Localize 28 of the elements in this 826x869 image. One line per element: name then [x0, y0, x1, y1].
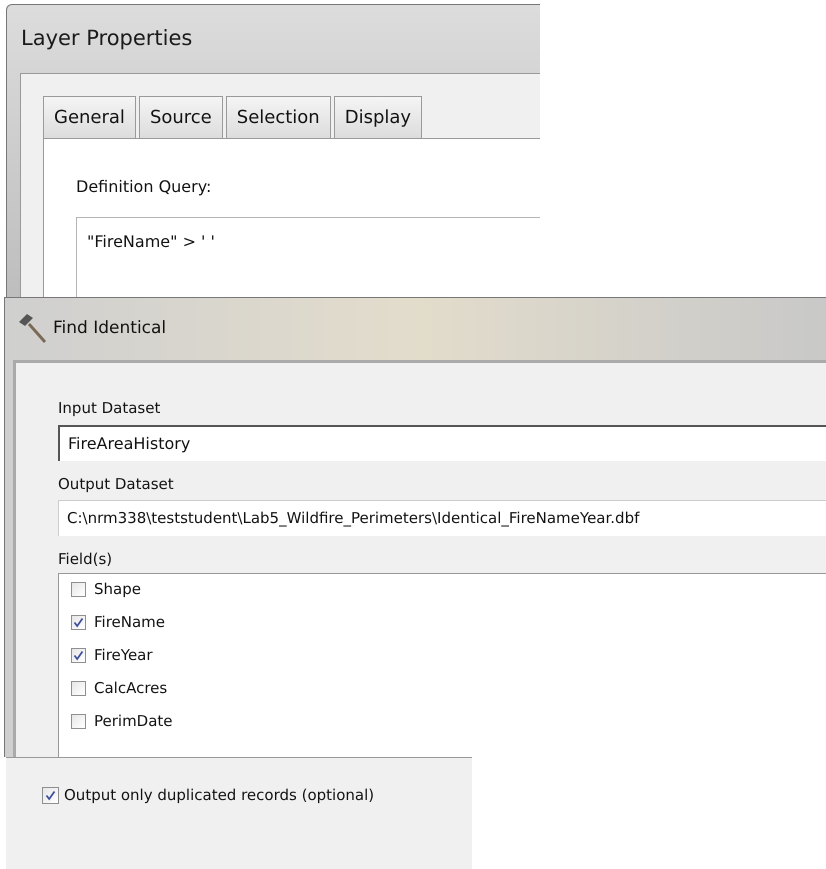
checkbox[interactable]: [71, 582, 86, 597]
checkbox[interactable]: [71, 681, 86, 696]
checkbox[interactable]: [42, 786, 59, 804]
tab[interactable]: Source: [138, 96, 223, 138]
field-label: Input Dataset: [58, 398, 162, 419]
field-name: FireYear: [94, 645, 153, 666]
field-name: FireName: [94, 612, 166, 634]
field-label: Output Dataset: [58, 474, 175, 494]
checkbox[interactable]: [71, 615, 86, 630]
field-label: Definition Query:: [76, 176, 212, 198]
query-text: "FireName" > ' ': [87, 232, 215, 251]
tab[interactable]: General: [43, 96, 136, 138]
checkbox[interactable]: [71, 714, 86, 729]
checkmark-icon: [45, 790, 56, 801]
window-title: Layer Properties: [21, 25, 192, 52]
tab[interactable]: Display: [334, 96, 422, 138]
input-field[interactable]: FireAreaHistory: [58, 424, 826, 460]
checkbox-label: Output only duplicated records (optional): [64, 785, 374, 806]
field-name: CalcAcres: [94, 678, 168, 700]
checkmark-icon: [73, 617, 84, 628]
field-name: PerimDate: [94, 711, 173, 732]
checkmark-icon: [73, 650, 84, 661]
input-field[interactable]: C:\nrm338\teststudent\Lab5_Wildfire_Perimeters\Identical_FireNameYear.dbf: [58, 500, 826, 536]
field-name: Shape: [94, 579, 141, 600]
checkbox[interactable]: [71, 648, 86, 663]
tab[interactable]: Selection: [226, 96, 331, 138]
field-label: Field(s): [58, 549, 114, 570]
window-title: Find Identical: [53, 317, 166, 340]
